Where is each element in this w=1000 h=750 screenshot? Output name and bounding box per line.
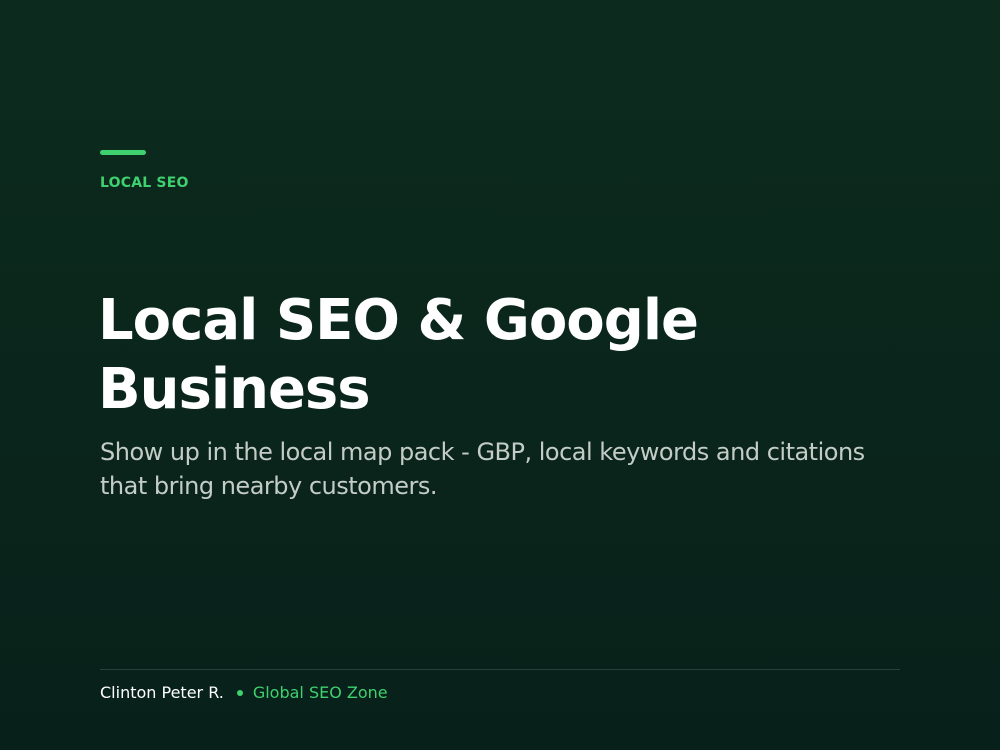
footer-divider	[100, 669, 900, 670]
slide-subtitle: Show up in the local map pack - GBP, loc…	[100, 438, 865, 500]
brand-name: Global SEO Zone	[252, 683, 388, 702]
category-label: LOCAL SEO	[100, 175, 189, 191]
separator-dot	[236, 689, 243, 696]
accent-bar	[100, 150, 146, 155]
author-name: Clinton Peter R.	[100, 683, 224, 702]
footer: Clinton Peter R. Global SEO Zone	[100, 683, 388, 702]
slide-title: Local SEO & Google Business	[98, 288, 699, 422]
